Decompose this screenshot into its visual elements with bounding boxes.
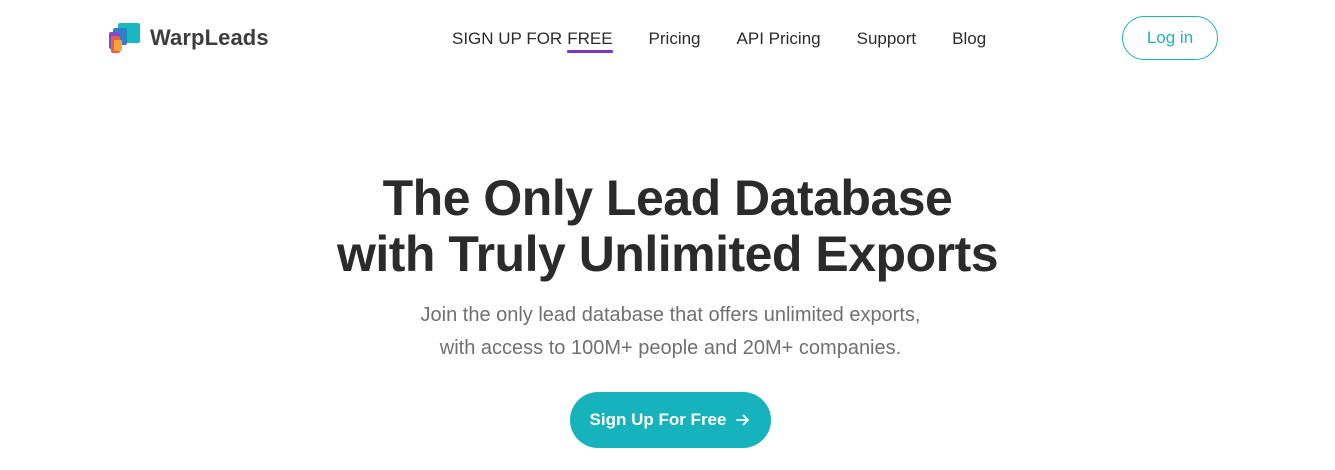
brand-logo[interactable]: WarpLeads [107, 22, 269, 54]
signup-cta-button[interactable]: Sign Up For Free [570, 392, 771, 448]
nav-support[interactable]: Support [857, 29, 917, 49]
warpleads-logo-icon [109, 23, 140, 53]
signup-cta-label: Sign Up For Free [589, 410, 727, 429]
main-nav: SIGN UP FOR FREE Pricing API Pricing Sup… [452, 29, 986, 53]
nav-signup-free[interactable]: SIGN UP FOR FREE [452, 29, 613, 53]
login-button[interactable]: Log in [1122, 16, 1218, 60]
hero-title: The Only Lead Database with Truly Unlimi… [0, 170, 1335, 282]
brand-name: WarpLeads [150, 25, 269, 50]
nav-api-pricing[interactable]: API Pricing [737, 29, 821, 49]
hero-title-line-1: The Only Lead Database [382, 170, 953, 226]
hero-subtitle-line-2: with access to 100M+ people and 20M+ com… [439, 337, 902, 359]
hero-title-line-2: with Truly Unlimited Exports [336, 226, 999, 282]
arrow-right-icon [736, 414, 750, 426]
nav-blog[interactable]: Blog [952, 29, 986, 49]
landing-page: WarpLeads SIGN UP FOR FREE Pricing API P… [0, 0, 1335, 470]
nav-signup-free-word: FREE [567, 29, 613, 53]
hero-subtitle-line-1: Join the only lead database that offers … [420, 304, 921, 326]
hero-subtitle: Join the only lead database that offers … [0, 299, 1335, 365]
nav-pricing[interactable]: Pricing [649, 29, 701, 49]
nav-signup-prefix: SIGN UP FOR [452, 29, 563, 48]
